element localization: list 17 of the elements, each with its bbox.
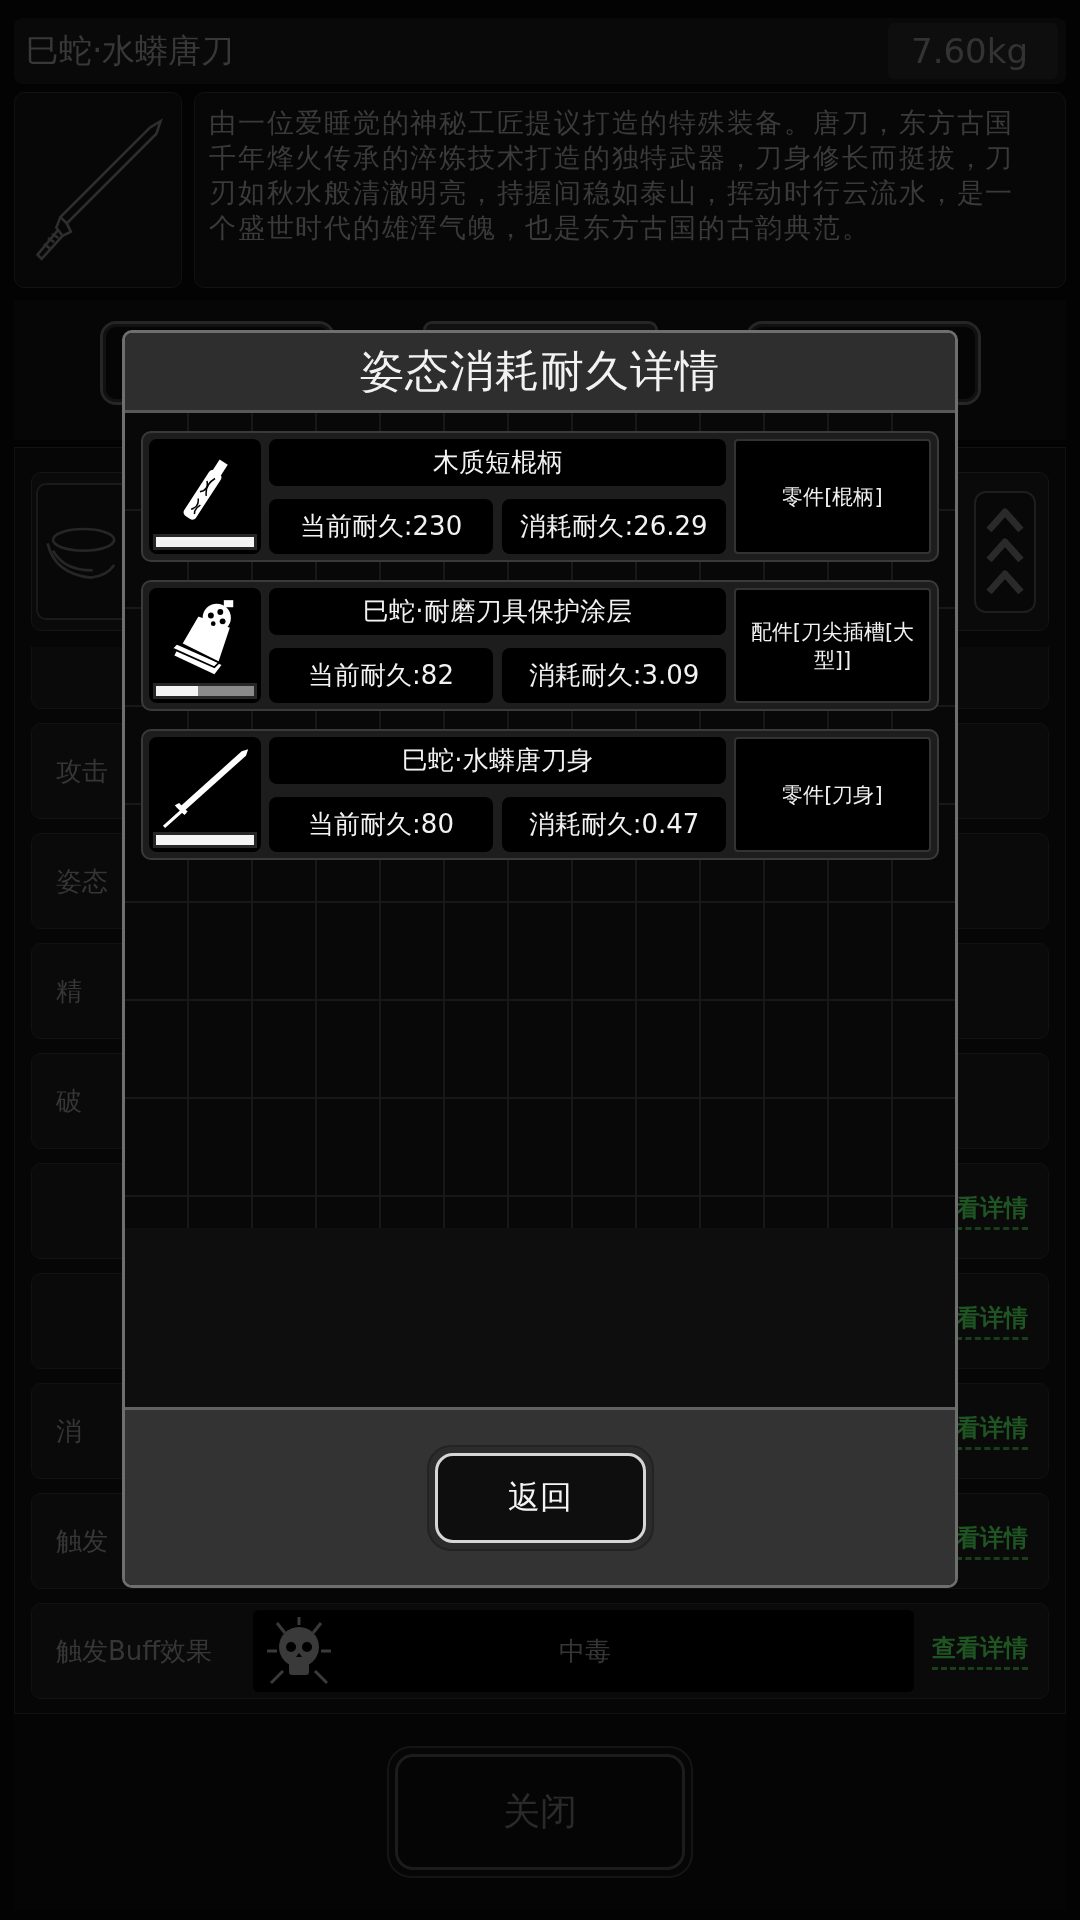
view-details-link[interactable]: 查看详情	[932, 1632, 1028, 1670]
part-slot: 配件[刀尖插槽[大型]]	[734, 588, 931, 703]
consumed-durability: 消耗耐久:3.09	[502, 648, 726, 703]
dialog-title: 姿态消耗耐久详情	[360, 344, 720, 398]
part-name: 木质短棍柄	[269, 439, 726, 486]
part-slot: 零件[棍柄]	[734, 439, 931, 554]
outlined-button[interactable]	[422, 321, 658, 330]
current-durability: 当前耐久:230	[269, 499, 493, 554]
consumed-durability: 消耗耐久:26.29	[502, 499, 726, 554]
current-durability: 当前耐久:82	[269, 648, 493, 703]
part-name: 巳蛇·耐磨刀具保护涂层	[269, 588, 726, 635]
current-durability: 当前耐久:80	[269, 797, 493, 852]
part-name: 巳蛇·水蟒唐刀身	[269, 737, 726, 784]
expand-button[interactable]	[974, 490, 1036, 613]
back-button[interactable]: 返回	[426, 1444, 654, 1551]
consumed-durability: 消耗耐久:0.47	[502, 797, 726, 852]
part-slot: 零件[刀身]	[734, 737, 931, 852]
